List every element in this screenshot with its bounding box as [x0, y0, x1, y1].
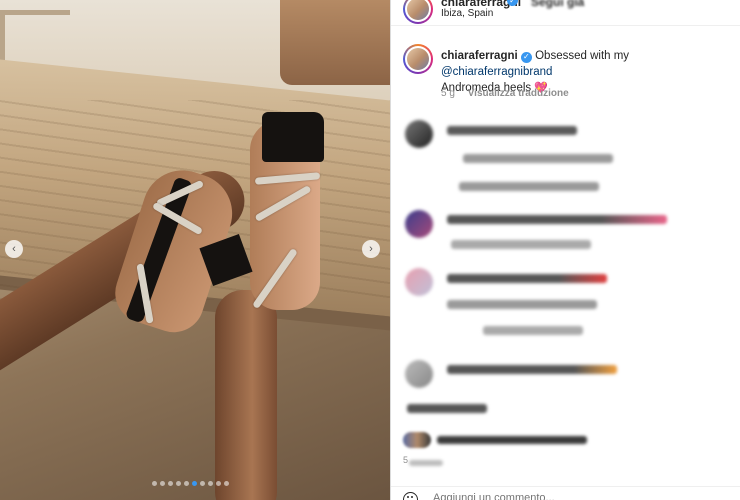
comments-panel: chiaraferragni ✓ Segui già Ibiza, Spain …: [390, 0, 740, 500]
caption-prefix: Obsessed with my: [535, 50, 630, 62]
verified-badge-icon: ✓: [520, 51, 532, 63]
right-shoe-toe: [262, 112, 324, 162]
blurred-comment-line: [447, 365, 617, 374]
blurred-comment-line: [407, 404, 487, 413]
blurred-comment-line: [447, 300, 597, 309]
emoji-icon[interactable]: [403, 492, 418, 500]
carousel-dot: [224, 481, 229, 486]
carousel-dot: [176, 481, 181, 486]
carousel-dot: [208, 481, 213, 486]
caption-meta: 5 g Visualizza traduzione: [441, 88, 569, 99]
avatar-photo: [407, 48, 429, 70]
caption-mention-link[interactable]: @chiaraferragnibrand: [441, 66, 552, 78]
post-age: 5: [403, 455, 409, 465]
blurred-comment-line: [447, 274, 607, 283]
carousel-dot: [160, 481, 165, 486]
commenter-avatar[interactable]: [405, 268, 433, 296]
blurred-comment-line: [451, 240, 591, 249]
carousel-indicator: [152, 481, 229, 486]
carousel-dot: [152, 481, 157, 486]
post-location[interactable]: Ibiza, Spain: [441, 8, 493, 19]
blurred-comment-line: [463, 154, 613, 163]
comment-input[interactable]: [433, 492, 683, 500]
blurred-comment-line: [459, 182, 599, 191]
caption-username[interactable]: chiaraferragni: [441, 50, 518, 62]
chair-cushion: [280, 0, 390, 85]
carousel-dot: [192, 481, 197, 486]
blurred-comment-line: [447, 126, 577, 135]
follow-button[interactable]: Segui già: [531, 0, 584, 9]
carousel-next-button[interactable]: ›: [362, 240, 380, 258]
carousel-dot: [184, 481, 189, 486]
avatar-photo: [407, 0, 429, 20]
carousel-dot: [168, 481, 173, 486]
translate-button[interactable]: Visualizza traduzione: [468, 88, 569, 99]
post-header: chiaraferragni ✓ Segui già Ibiza, Spain: [391, 0, 740, 26]
author-avatar[interactable]: [403, 0, 433, 24]
blurred-comment-line: [447, 215, 667, 224]
post-media[interactable]: ‹ ›: [0, 0, 390, 500]
blurred-comment-line: [483, 326, 583, 335]
right-leg: [215, 290, 277, 500]
commenter-avatar[interactable]: [405, 120, 433, 148]
carousel-prev-button[interactable]: ‹: [5, 240, 23, 258]
carousel-dot: [216, 481, 221, 486]
commenter-avatar[interactable]: [405, 210, 433, 238]
commenter-avatar[interactable]: [405, 360, 433, 388]
likers-avatars: [403, 432, 431, 448]
chevron-left-icon: ‹: [12, 243, 16, 255]
add-comment-bar: [391, 486, 740, 500]
chevron-right-icon: ›: [369, 243, 373, 255]
carousel-dot: [200, 481, 205, 486]
blurred-likes-text: [437, 436, 587, 444]
caption-avatar[interactable]: [403, 44, 433, 74]
caption-time: 5 g: [441, 88, 455, 99]
blurred-date: [409, 460, 443, 466]
